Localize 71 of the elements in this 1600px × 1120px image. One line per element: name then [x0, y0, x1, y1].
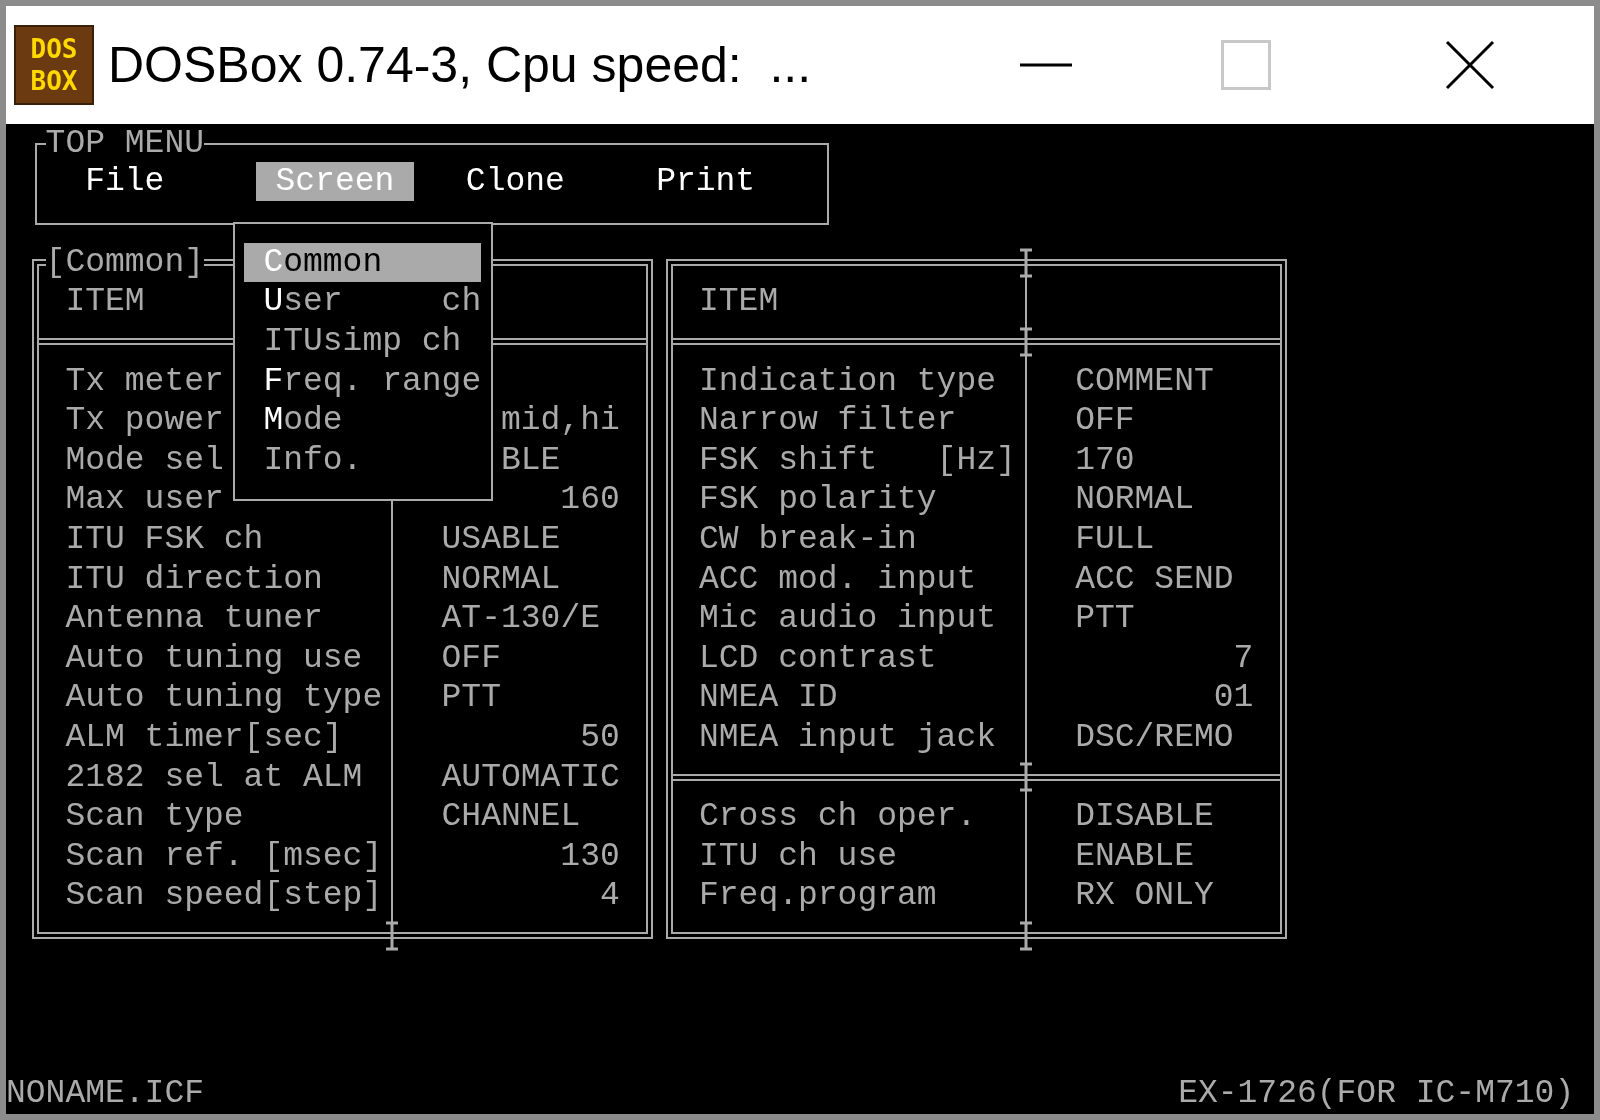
- setting-label: Narrow filter: [698, 401, 957, 441]
- setting-value: RX ONLY: [1075, 876, 1214, 916]
- column-header: ITEM: [65, 282, 145, 322]
- setting-value: DSC/REMO: [1075, 717, 1234, 758]
- column-header: ITEM: [698, 282, 779, 322]
- dropdown-item[interactable]: ITUsimp ch: [243, 322, 482, 362]
- setting-label: Mic audio input: [698, 599, 997, 639]
- setting-label: ITU ch use: [698, 836, 897, 877]
- setting-label: LCD contrast: [698, 638, 937, 679]
- dropdown-item[interactable]: User ch: [243, 282, 482, 322]
- setting-label: CW break-in: [698, 519, 917, 560]
- dropdown-item[interactable]: Info.: [243, 440, 482, 481]
- setting-value: 4: [599, 876, 620, 916]
- setting-label: FSK shift [Hz]: [698, 440, 1016, 481]
- setting-value: 130: [560, 836, 620, 877]
- setting-value: ACC SEND: [1075, 559, 1234, 600]
- setting-label: Tx meter: [65, 361, 224, 402]
- setting-label: Mode sel: [65, 440, 224, 481]
- setting-label: Auto tuning type: [65, 678, 383, 718]
- setting-label: Indication type: [698, 361, 997, 402]
- setting-value: AUTOMATIC: [441, 757, 620, 798]
- setting-label: ITU direction: [65, 559, 323, 600]
- app-logo: DOS BOX: [14, 25, 94, 105]
- setting-label: Freq.program: [698, 876, 937, 916]
- minimize-icon: [1020, 63, 1072, 67]
- setting-value: COMMENT: [1075, 361, 1214, 402]
- setting-label: Scan ref. [msec]: [65, 836, 383, 877]
- dropdown-item[interactable]: Common: [243, 242, 482, 283]
- setting-label: 2182 sel at ALM: [65, 757, 363, 798]
- setting-value: PTT: [441, 678, 501, 718]
- setting-label: Max user: [65, 480, 224, 520]
- setting-label: NMEA ID: [698, 678, 838, 718]
- setting-label: Cross ch oper.: [698, 797, 977, 837]
- setting-label: Scan type: [65, 797, 244, 837]
- dropdown-item[interactable]: Freq. range: [243, 361, 482, 402]
- setting-label: ACC mod. input: [698, 559, 977, 600]
- window-title: DOSBox 0.74-3, Cpu speed: ...: [108, 35, 812, 95]
- setting-label: ITU FSK ch: [65, 519, 264, 560]
- setting-value: ENABLE: [1075, 836, 1194, 877]
- menu-item[interactable]: Clone: [446, 161, 585, 202]
- setting-value: 170: [1075, 440, 1135, 481]
- model-name: EX-1726(FOR IC-M710): [1178, 1074, 1575, 1114]
- file-name: NONAME.ICF: [6, 1074, 205, 1114]
- setting-label: Tx power: [65, 401, 224, 441]
- dropdown-item[interactable]: Mode: [243, 401, 482, 441]
- setting-value: 160: [560, 480, 620, 520]
- menu-item[interactable]: Print: [636, 161, 775, 202]
- setting-value: BLE: [500, 440, 561, 481]
- close-icon: [1445, 40, 1495, 90]
- setting-value: USABLE: [441, 519, 561, 560]
- setting-label: NMEA input jack: [698, 717, 997, 758]
- setting-value: NORMAL: [441, 559, 561, 600]
- setting-value: CHANNEL: [441, 797, 581, 837]
- setting-label: Antenna tuner: [65, 599, 323, 639]
- setting-value: 7: [1233, 638, 1254, 679]
- setting-value: OFF: [441, 638, 501, 679]
- setting-label: Scan speed[step]: [65, 876, 383, 916]
- setting-value: mid,hi: [500, 401, 620, 441]
- setting-value: OFF: [1075, 401, 1135, 441]
- setting-value: DISABLE: [1075, 797, 1214, 837]
- setting-value: FULL: [1075, 519, 1155, 560]
- menu-item[interactable]: File: [65, 161, 185, 202]
- setting-value: NORMAL: [1075, 480, 1194, 520]
- setting-value: 01: [1213, 678, 1254, 718]
- setting-label: Auto tuning use: [65, 638, 363, 679]
- setting-value: 50: [580, 717, 620, 758]
- setting-value: AT-130/E: [441, 599, 600, 639]
- maximize-icon: [1221, 40, 1271, 90]
- setting-label: FSK polarity: [698, 480, 937, 520]
- setting-value: PTT: [1075, 599, 1135, 639]
- setting-label: ALM timer[sec]: [65, 717, 343, 758]
